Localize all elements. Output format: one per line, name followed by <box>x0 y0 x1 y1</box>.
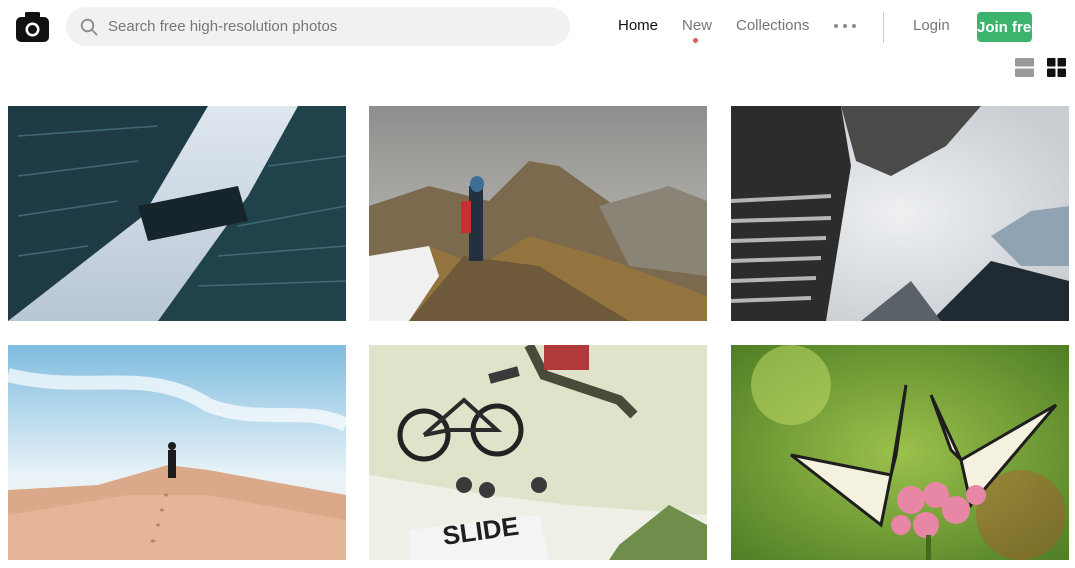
list-view-icon[interactable] <box>1015 58 1034 77</box>
grid-view-icon[interactable] <box>1047 58 1066 77</box>
nav-new-link[interactable]: New <box>682 17 712 34</box>
nav-divider <box>883 12 884 43</box>
photo-bmx-rider-jump[interactable]: SLIDE <box>369 345 707 560</box>
search-icon <box>80 18 98 35</box>
nav-home-link[interactable]: Home <box>618 17 658 34</box>
photo-butterflies-on-flowers[interactable] <box>731 345 1069 560</box>
join-free-button[interactable]: Join free <box>977 12 1040 42</box>
photo-person-walking-in-desert[interactable] <box>8 345 346 560</box>
new-indicator-dot <box>693 38 698 43</box>
camera-logo-icon[interactable] <box>16 12 49 42</box>
photo-hiker-on-mountain-ridge[interactable] <box>369 106 707 321</box>
login-link[interactable]: Login <box>913 17 950 34</box>
photo-skyscrapers-from-below[interactable] <box>8 106 346 321</box>
more-dots-icon[interactable] <box>834 19 856 33</box>
photo-towers-in-fog[interactable] <box>731 106 1069 321</box>
nav-collections-link[interactable]: Collections <box>736 17 809 34</box>
top-navigation-bar: Home New Collections Login Join free <box>0 0 1075 54</box>
search-input[interactable] <box>108 18 548 35</box>
search-bar[interactable] <box>66 7 570 46</box>
